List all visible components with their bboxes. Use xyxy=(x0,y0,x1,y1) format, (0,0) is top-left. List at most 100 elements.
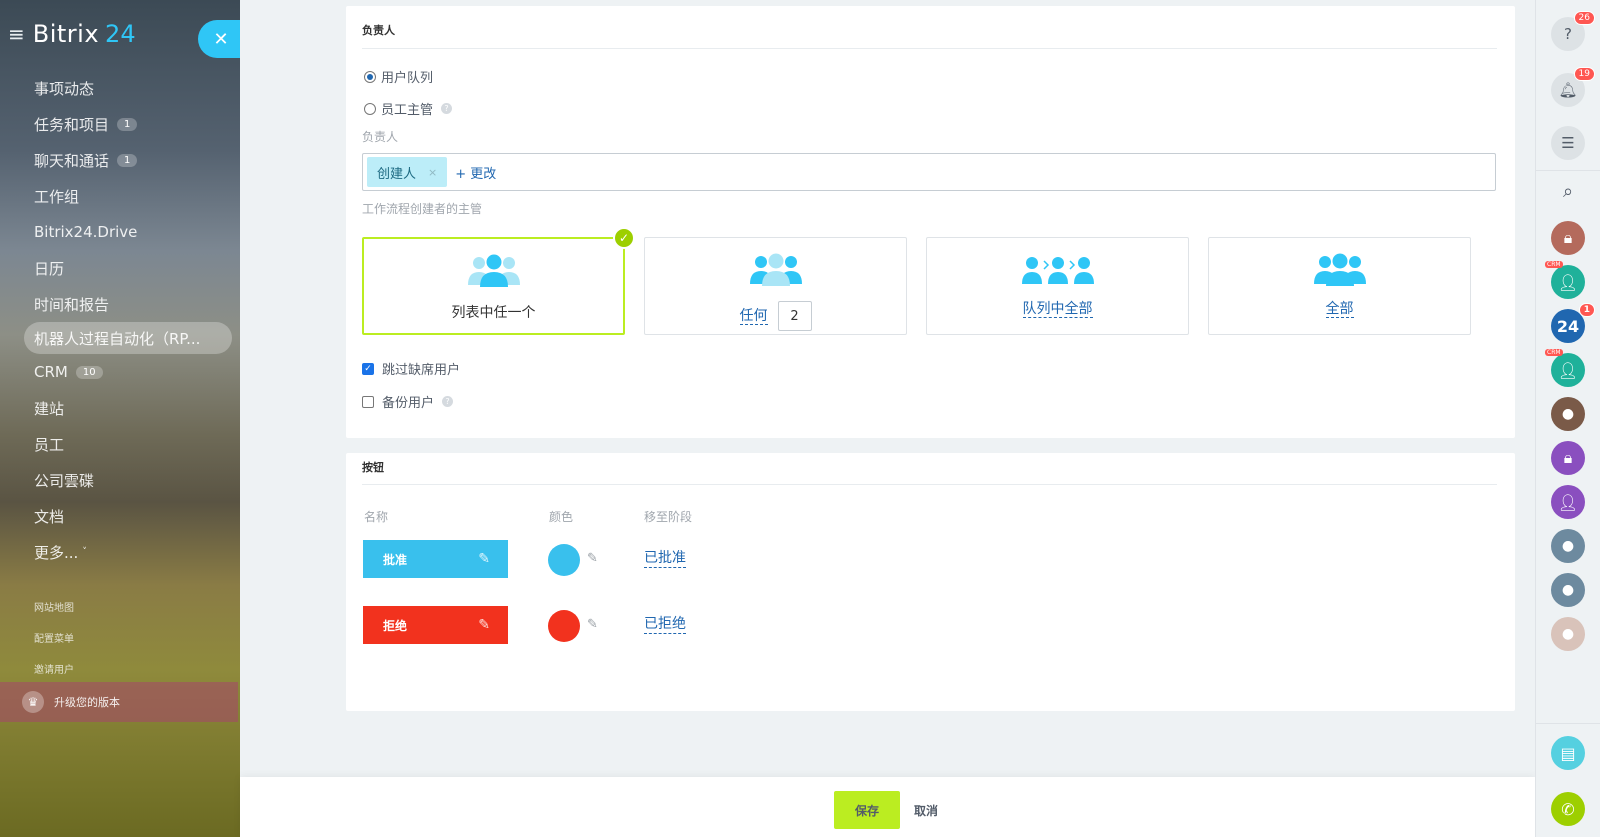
sidebar-item-crm[interactable]: CRM 10 xyxy=(0,354,240,390)
logo[interactable]: ≡ Bitrix 24 xyxy=(8,20,136,48)
bitrix24-icon: 24 xyxy=(1556,316,1580,336)
help-icon[interactable]: ? xyxy=(442,396,454,407)
lock-icon: 🔒︎ xyxy=(1563,228,1573,247)
divider xyxy=(1536,723,1600,724)
stage-link-approved[interactable]: 已批准 xyxy=(644,550,686,568)
option-label[interactable]: 队列中全部 xyxy=(1022,301,1093,318)
responsible-user-selector[interactable]: 创建人 × + 更改 xyxy=(362,153,1496,191)
cancel-button[interactable]: 取消 xyxy=(914,791,938,829)
help-icon[interactable]: ? xyxy=(441,103,453,114)
sidebar-item-calendar[interactable]: 日历 xyxy=(0,250,240,286)
sidebar-item-label: 任务和项目 xyxy=(34,115,110,134)
phone-icon: ✆ xyxy=(1561,799,1575,819)
column-header-stage: 移至阶段 xyxy=(644,510,693,524)
skip-absent-checkbox[interactable]: ✓ 跳过缺席用户 xyxy=(362,359,460,378)
count-input[interactable]: 2 xyxy=(777,301,812,331)
tag-remove-icon[interactable]: × xyxy=(428,166,437,179)
user-avatar[interactable]: ● xyxy=(1551,617,1585,651)
check-icon: ✓ xyxy=(613,227,635,249)
user-avatar[interactable]: ● xyxy=(1551,573,1585,607)
radio-checked[interactable] xyxy=(364,70,376,83)
option-label[interactable]: 任何 xyxy=(739,308,768,325)
sidebar-item-more[interactable]: 更多... ˅ xyxy=(0,534,240,570)
option-label[interactable]: 全部 xyxy=(1325,301,1354,318)
bitrix24-chat[interactable]: 24 1 xyxy=(1551,303,1595,343)
lock-icon: 🔒︎ xyxy=(1563,448,1573,467)
right-toolbar: ? 26 🔔︎ 19 ☰ ⌕ 🔒︎ 👤︎ CRM 24 1 👤︎ CRM ● 🔒… xyxy=(1535,0,1600,837)
field-label: 负责人 xyxy=(362,130,399,144)
left-sidebar: ≡ Bitrix 24 ✕ 事项动态 任务和项目 1 聊天和通话 1 工作组 Bit… xyxy=(0,0,240,837)
invite-users-link[interactable]: 邀请用户 xyxy=(34,661,74,676)
approve-button-preview[interactable]: 批准 ✎ xyxy=(363,540,508,578)
edit-pencil-icon[interactable]: ✎ xyxy=(587,551,598,566)
sidebar-item-label: CRM xyxy=(34,363,68,381)
menu-icon[interactable]: ≡ xyxy=(8,22,25,46)
count-badge: 1 xyxy=(1578,303,1595,317)
divider xyxy=(362,484,1497,485)
upgrade-plan-button[interactable]: ♛ 升级您的版本 xyxy=(0,682,238,722)
sidebar-item-label: 日历 xyxy=(34,259,65,278)
configure-menu-link[interactable]: 配置菜单 xyxy=(34,630,74,645)
avatar-photo-icon: ● xyxy=(1561,538,1575,554)
messenger-button[interactable]: ☰ xyxy=(1551,126,1585,160)
color-swatch-approve[interactable] xyxy=(548,544,580,576)
edit-pencil-icon[interactable]: ✎ xyxy=(587,617,598,632)
option-all-in-queue[interactable]: 队列中全部 xyxy=(926,237,1189,335)
sidebar-item-rpa[interactable]: 机器人过程自动化（RP... xyxy=(24,322,232,354)
user-tag[interactable]: 创建人 × xyxy=(367,157,448,187)
option-any-n[interactable]: 任何 2 xyxy=(644,237,907,335)
sidebar-item-feed[interactable]: 事项动态 xyxy=(0,70,240,106)
sidebar-item-sites[interactable]: 建站 xyxy=(0,390,240,426)
sidebar-item-drive[interactable]: Bitrix24.Drive xyxy=(0,214,240,250)
user-avatar[interactable]: ● xyxy=(1551,529,1585,563)
users-sequence-icon xyxy=(1021,257,1094,284)
sitemap-link[interactable]: 网站地图 xyxy=(34,599,74,614)
radio-employee-manager[interactable]: 员工主管 ? xyxy=(364,99,453,118)
search-icon: ⌕ xyxy=(1562,180,1574,202)
help-button[interactable]: ? 26 xyxy=(1551,11,1595,51)
crown-icon: ♛ xyxy=(22,691,44,713)
radio-unchecked[interactable] xyxy=(364,102,376,115)
sidebar-item-label: 更多... xyxy=(34,543,79,562)
sidebar-item-label: 建站 xyxy=(34,399,65,418)
notifications-button[interactable]: 🔔︎ 19 xyxy=(1551,67,1595,107)
call-button[interactable]: ✆ xyxy=(1551,792,1585,826)
sidebar-item-employees[interactable]: 员工 xyxy=(0,426,240,462)
option-any-one-in-list[interactable]: ✓ 列表中任一个 xyxy=(362,227,635,335)
sidebar-nav: 事项动态 任务和项目 1 聊天和通话 1 工作组 Bitrix24.Drive 日历… xyxy=(0,70,240,570)
backup-user-checkbox[interactable]: 备份用户 ? xyxy=(362,392,454,411)
avatar-photo-icon: ● xyxy=(1561,406,1575,422)
sidebar-item-company-drive[interactable]: 公司雲碟 xyxy=(0,462,240,498)
user-chat[interactable]: 👤︎ xyxy=(1551,485,1585,519)
close-slider-button[interactable]: ✕ xyxy=(198,20,240,58)
option-all[interactable]: 全部 xyxy=(1208,237,1471,335)
checkbox-checked-icon[interactable]: ✓ xyxy=(362,362,374,375)
checkbox-unchecked-icon[interactable] xyxy=(362,395,374,408)
edit-pencil-icon[interactable]: ✎ xyxy=(478,551,490,567)
save-button[interactable]: 保存 xyxy=(834,791,900,829)
edit-pencil-icon[interactable]: ✎ xyxy=(478,617,490,633)
footer-bar: 保存 取消 xyxy=(240,777,1535,837)
color-swatch-reject[interactable] xyxy=(548,610,580,642)
sidebar-item-chat[interactable]: 聊天和通话 1 xyxy=(0,142,240,178)
user-avatar[interactable]: ● xyxy=(1551,397,1585,431)
crm-chat-1[interactable]: 👤︎ CRM xyxy=(1545,261,1585,299)
change-user-link[interactable]: + 更改 xyxy=(455,163,496,182)
radio-label: 员工主管 xyxy=(381,103,434,118)
stage-link-rejected[interactable]: 已拒绝 xyxy=(644,616,686,634)
sidebar-item-time-reports[interactable]: 时间和报告 xyxy=(0,286,240,322)
crm-chat-2[interactable]: 👤︎ CRM xyxy=(1545,349,1585,387)
sidebar-item-docs[interactable]: 文档 xyxy=(0,498,240,534)
count-badge: 26 xyxy=(1573,11,1595,25)
radio-user-queue[interactable]: 用户队列 xyxy=(364,67,433,86)
workflow-manager-label: 工作流程创建者的主管 xyxy=(362,202,483,216)
search-button[interactable]: ⌕ xyxy=(1551,174,1585,208)
open-lines-button[interactable]: ▤ xyxy=(1551,736,1585,770)
chat-locked-2[interactable]: 🔒︎ xyxy=(1551,441,1585,475)
sidebar-item-workgroups[interactable]: 工作组 xyxy=(0,178,240,214)
sidebar-item-tasks[interactable]: 任务和项目 1 xyxy=(0,106,240,142)
crm-tag: CRM xyxy=(1545,261,1563,268)
reject-button-preview[interactable]: 拒绝 ✎ xyxy=(363,606,508,644)
chat-locked-1[interactable]: 🔒︎ xyxy=(1551,221,1585,255)
section-title: 按钮 xyxy=(362,461,384,474)
